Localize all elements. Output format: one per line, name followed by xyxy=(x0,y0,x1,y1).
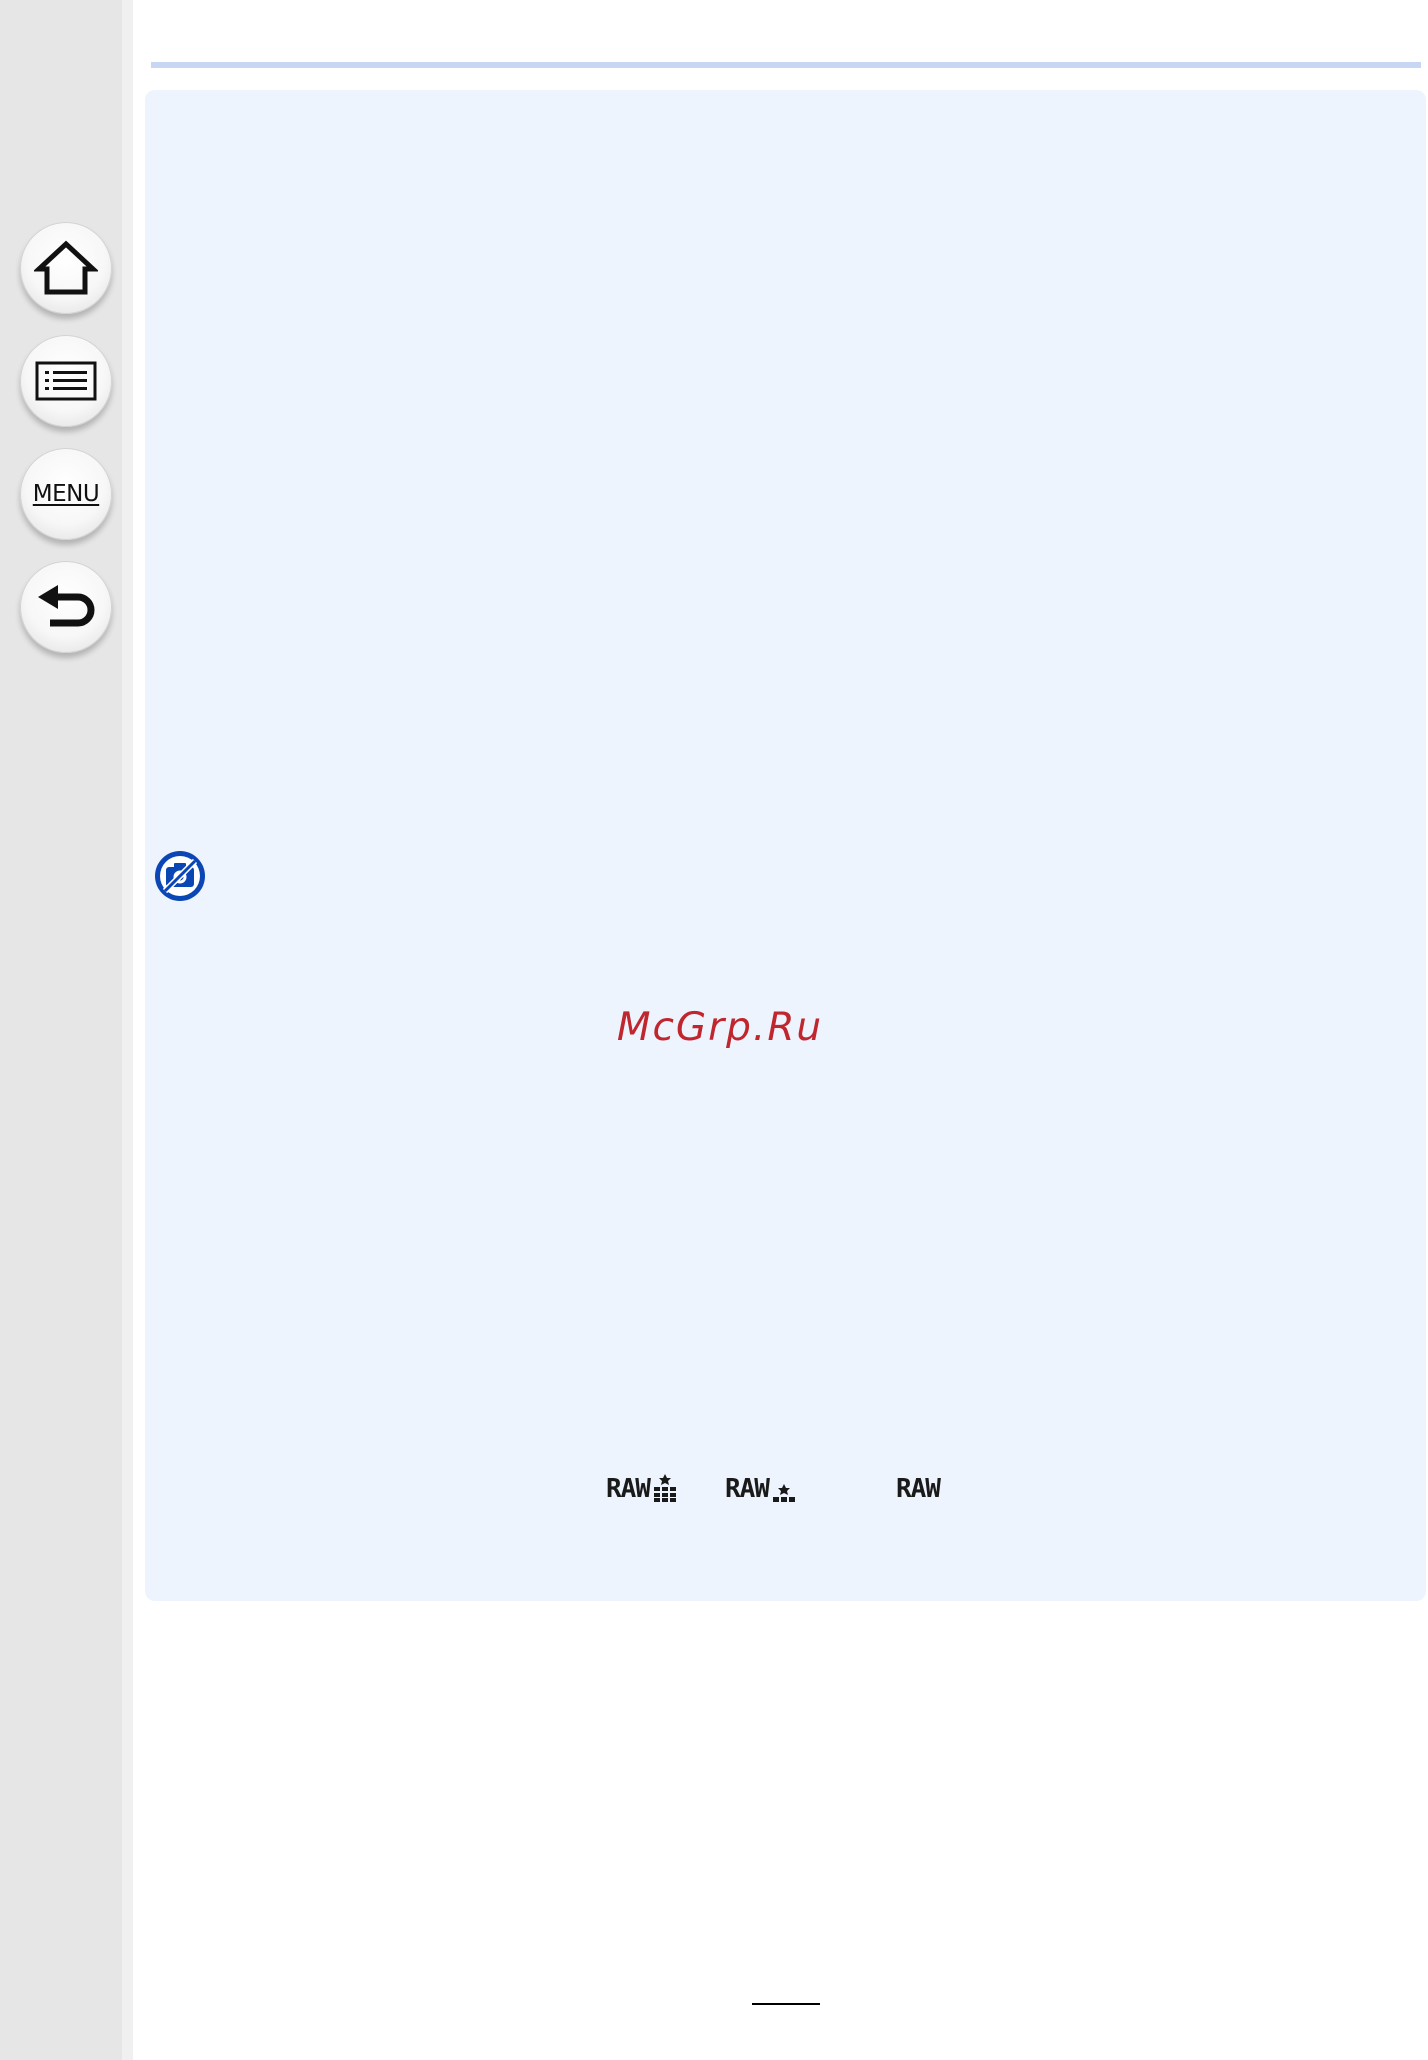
header-rule xyxy=(151,62,1421,68)
menu-button-label: MENU xyxy=(32,481,100,507)
menu-button[interactable]: MENU xyxy=(20,448,112,540)
home-icon xyxy=(34,240,98,295)
page-number-rule xyxy=(752,2003,820,2005)
contents-button[interactable] xyxy=(20,335,112,427)
return-arrow-icon xyxy=(38,585,95,627)
manual-page: MENU McGrp.Ru RAW RAW RAW xyxy=(0,0,1428,2060)
watermark: McGrp.Ru xyxy=(616,1005,824,1050)
quality-standard-icon xyxy=(772,1484,795,1502)
home-button[interactable] xyxy=(20,222,112,314)
raw-standard-icon: RAW xyxy=(725,1470,797,1502)
sidebar-edge xyxy=(122,0,133,2060)
content-panel xyxy=(145,90,1426,1601)
raw-standard-label: RAW xyxy=(725,1474,770,1504)
quality-fine-icon xyxy=(653,1474,676,1502)
list-icon xyxy=(35,361,97,401)
back-button[interactable] xyxy=(20,561,112,653)
raw-fine-icon: RAW xyxy=(606,1470,678,1502)
camera-not-available-icon xyxy=(154,850,206,902)
raw-only-label: RAW xyxy=(896,1474,941,1504)
raw-only-icon: RAW xyxy=(896,1470,941,1504)
raw-fine-label: RAW xyxy=(606,1474,651,1504)
